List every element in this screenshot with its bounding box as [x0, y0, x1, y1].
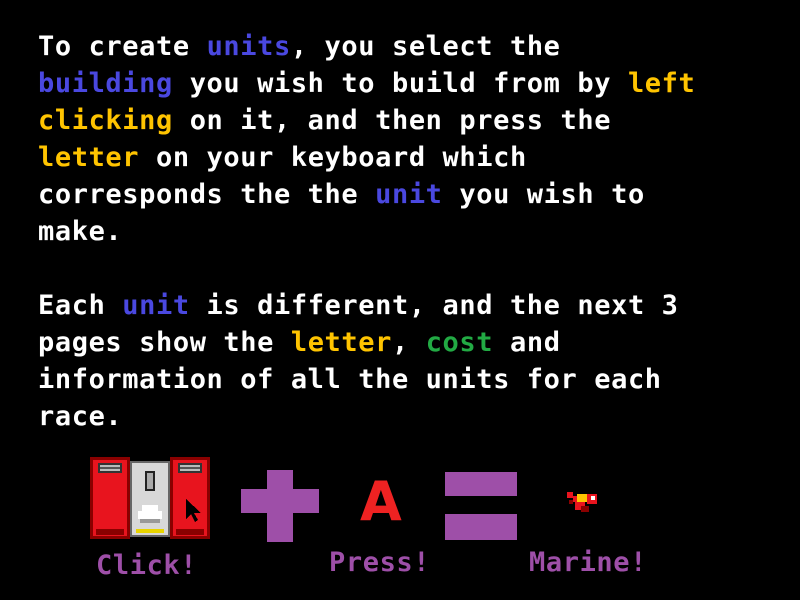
text-segment: and: [493, 327, 561, 358]
key-letter: A: [360, 470, 402, 533]
text-segment: information of all the units for each: [38, 364, 662, 395]
barracks-building-icon: [90, 457, 210, 539]
text-segment: Each: [38, 290, 123, 321]
marine-unit-icon: [567, 492, 597, 512]
text-segment: ,: [391, 327, 426, 358]
para1-line: To create units, you select the: [38, 28, 695, 65]
para1-line: make.: [38, 213, 695, 250]
para2-line: race.: [38, 398, 679, 435]
para1-line: corresponds the the unit you wish to: [38, 176, 695, 213]
para1-line: building you wish to build from by left: [38, 65, 695, 102]
text-segment: you wish to build from by: [172, 68, 628, 99]
para2-line: Each unit is different, and the next 3: [38, 287, 679, 324]
text-segment: To create: [38, 31, 207, 62]
click-label: Click!: [96, 550, 198, 581]
text-segment: pages show the: [38, 327, 291, 358]
text-segment: make.: [38, 216, 123, 247]
text-segment: cost: [425, 327, 494, 358]
para1-line: clicking on it, and then press the: [38, 102, 695, 139]
equals-icon-top-bar: [445, 472, 517, 496]
instructions-paragraph-1: To create units, you select the building …: [38, 28, 695, 250]
text-segment: left: [627, 68, 696, 99]
para2-line: pages show the letter, cost and: [38, 324, 679, 361]
text-segment: on your keyboard which: [139, 142, 527, 173]
text-segment: corresponds the the: [38, 179, 376, 210]
text-segment: , you select the: [290, 31, 561, 62]
instructions-paragraph-2: Each unit is different, and the next 3 pa…: [38, 287, 679, 435]
equals-icon-bottom-bar: [445, 514, 517, 540]
text-segment: is different, and the next 3: [189, 290, 679, 321]
text-segment: units: [206, 31, 291, 62]
text-segment: unit: [375, 179, 443, 210]
plus-icon-vertical: [267, 470, 293, 542]
text-segment: unit: [122, 290, 190, 321]
text-segment: you wish to: [442, 179, 645, 210]
text-segment: clicking: [38, 105, 173, 136]
text-segment: on it, and then press the: [172, 105, 612, 136]
para1-line: letter on your keyboard which: [38, 139, 695, 176]
text-segment: race.: [38, 401, 123, 432]
text-segment: letter: [290, 327, 392, 358]
press-label: Press!: [329, 547, 431, 578]
result-label: Marine!: [529, 547, 647, 578]
para2-line: information of all the units for each: [38, 361, 679, 398]
text-segment: building: [38, 68, 173, 99]
text-segment: letter: [38, 142, 140, 173]
